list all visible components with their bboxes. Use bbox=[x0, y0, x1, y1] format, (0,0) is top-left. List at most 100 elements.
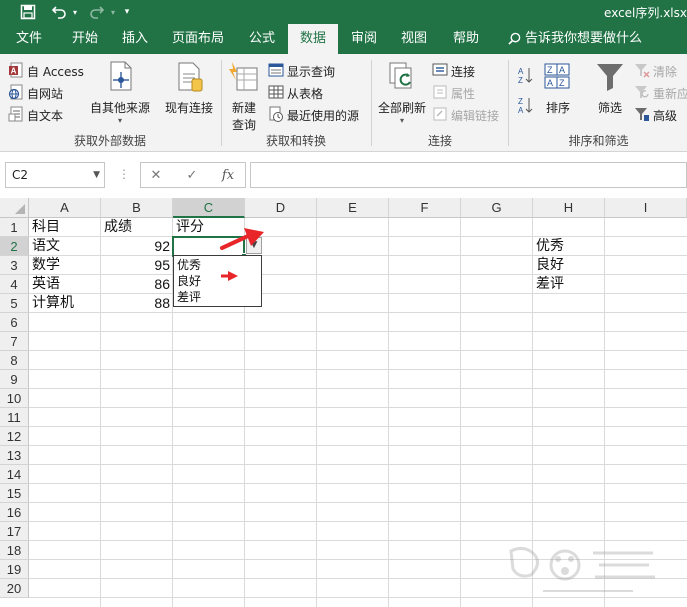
existing-connections-button[interactable]: 现有连接 bbox=[160, 60, 218, 116]
advanced-filter-button[interactable]: 高级 bbox=[634, 106, 677, 125]
from-text-button[interactable]: 自文本 bbox=[8, 106, 63, 125]
tab-help[interactable]: 帮助 bbox=[444, 24, 488, 54]
save-icon[interactable] bbox=[16, 0, 40, 24]
enter-icon[interactable]: ✓ bbox=[181, 166, 203, 186]
row-header[interactable]: 14 bbox=[0, 465, 29, 484]
formula-bar: C2 ▼ ⋮ ✕ ✓ fx bbox=[0, 152, 687, 198]
cell-a5[interactable]: 计算机 bbox=[30, 294, 100, 313]
dropdown-option-excellent[interactable]: 优秀 bbox=[174, 257, 261, 273]
row-header[interactable]: 4 bbox=[0, 275, 29, 294]
filter-label: 筛选 bbox=[597, 101, 622, 115]
row-header[interactable]: 6 bbox=[0, 313, 29, 332]
undo-icon[interactable] bbox=[48, 0, 70, 24]
dropdown-option-poor[interactable]: 差评 bbox=[174, 289, 261, 305]
tab-formulas[interactable]: 公式 bbox=[240, 24, 284, 54]
clear-filter-button[interactable]: 清除 bbox=[634, 62, 677, 81]
new-query-label-2: 查询 bbox=[231, 118, 256, 132]
cell-b3[interactable]: 95 bbox=[102, 256, 172, 275]
connections-button[interactable]: 连接 bbox=[432, 62, 475, 81]
row-header[interactable]: 1 bbox=[0, 218, 29, 237]
reapply-filter-button[interactable]: 重新应用 bbox=[634, 84, 687, 103]
recent-sources-label: 最近使用的源 bbox=[287, 109, 360, 123]
column-header-a[interactable]: A bbox=[29, 198, 101, 218]
tab-home[interactable]: 开始 bbox=[60, 24, 110, 54]
worksheet-grid[interactable]: A B C D E F G H I 1 2 3 4 5 6 7 8 9 10 1… bbox=[0, 198, 687, 607]
tab-data[interactable]: 数据 bbox=[288, 24, 338, 54]
cell-h2[interactable]: 优秀 bbox=[534, 237, 604, 256]
column-header-f[interactable]: F bbox=[389, 198, 461, 218]
sort-button[interactable]: ZAAZ 排序 bbox=[540, 60, 576, 116]
dropdown-option-good[interactable]: 良好 bbox=[174, 273, 261, 289]
redo-dropdown-icon[interactable]: ▾ bbox=[108, 0, 118, 24]
column-header-b[interactable]: B bbox=[101, 198, 173, 218]
tab-insert[interactable]: 插入 bbox=[112, 24, 158, 54]
row-header[interactable]: 19 bbox=[0, 560, 29, 579]
column-header-g[interactable]: G bbox=[461, 198, 533, 218]
refresh-all-button[interactable]: 全部刷新 ▾ bbox=[374, 60, 430, 125]
recent-sources-button[interactable]: 最近使用的源 bbox=[268, 106, 359, 125]
insert-function-button[interactable]: fx bbox=[217, 166, 239, 186]
edit-links-button[interactable]: 编辑链接 bbox=[432, 106, 499, 125]
row-header[interactable]: 5 bbox=[0, 294, 29, 313]
cell-a4[interactable]: 英语 bbox=[30, 275, 100, 294]
name-box-value: C2 bbox=[12, 168, 29, 182]
cell-a3[interactable]: 数学 bbox=[30, 256, 100, 275]
cell-b2[interactable]: 92 bbox=[102, 237, 172, 256]
reapply-filter-label: 重新应用 bbox=[653, 87, 687, 101]
tab-file[interactable]: 文件 bbox=[6, 24, 52, 54]
cell-b5[interactable]: 88 bbox=[102, 294, 172, 313]
gridline bbox=[29, 483, 687, 484]
undo-dropdown-icon[interactable]: ▾ bbox=[70, 0, 80, 24]
filter-button[interactable]: 筛选 bbox=[590, 60, 630, 116]
column-header-i[interactable]: I bbox=[605, 198, 687, 218]
row-header[interactable]: 8 bbox=[0, 351, 29, 370]
row-header[interactable]: 7 bbox=[0, 332, 29, 351]
gridline bbox=[100, 218, 101, 607]
row-header[interactable]: 10 bbox=[0, 389, 29, 408]
column-header-h[interactable]: H bbox=[533, 198, 605, 218]
from-other-sources-button[interactable]: 自其他来源 ▾ bbox=[88, 60, 152, 125]
row-header[interactable]: 13 bbox=[0, 446, 29, 465]
from-web-label: 自网站 bbox=[27, 87, 64, 101]
row-header[interactable]: 17 bbox=[0, 522, 29, 541]
properties-button[interactable]: 属性 bbox=[432, 84, 475, 103]
row-header[interactable]: 2 bbox=[0, 237, 29, 256]
show-queries-button[interactable]: 显示查询 bbox=[268, 62, 335, 81]
cell-a2[interactable]: 语文 bbox=[30, 237, 100, 256]
row-header[interactable]: 16 bbox=[0, 503, 29, 522]
new-query-button[interactable]: 新建 查询 bbox=[224, 60, 264, 133]
cell-b4[interactable]: 86 bbox=[102, 275, 172, 294]
tab-page-layout[interactable]: 页面布局 bbox=[166, 24, 230, 54]
cell-b1[interactable]: 成绩 bbox=[102, 218, 172, 237]
sort-descending-button[interactable]: ZA bbox=[518, 96, 537, 117]
row-header[interactable]: 18 bbox=[0, 541, 29, 560]
cancel-icon[interactable]: ✕ bbox=[145, 166, 167, 186]
tell-me-search[interactable]: 告诉我你想要做什么 bbox=[508, 24, 642, 54]
row-header[interactable]: 3 bbox=[0, 256, 29, 275]
sort-ascending-button[interactable]: AZ bbox=[518, 66, 537, 87]
select-all-button[interactable] bbox=[0, 198, 29, 218]
cell-a1[interactable]: 科目 bbox=[30, 218, 100, 237]
formula-bar-grip-icon[interactable]: ⋮ bbox=[118, 167, 130, 181]
tab-view[interactable]: 视图 bbox=[392, 24, 436, 54]
formula-input[interactable] bbox=[250, 162, 687, 188]
name-box[interactable]: C2 ▼ bbox=[5, 162, 105, 188]
row-header[interactable]: 9 bbox=[0, 370, 29, 389]
row-header[interactable]: 12 bbox=[0, 427, 29, 446]
row-header[interactable]: 11 bbox=[0, 408, 29, 427]
tab-review[interactable]: 审阅 bbox=[342, 24, 386, 54]
column-header-e[interactable]: E bbox=[317, 198, 389, 218]
customize-quick-access-icon[interactable]: ▾ bbox=[120, 0, 134, 24]
from-access-button[interactable]: A 自 Access bbox=[8, 62, 84, 81]
cell-h4[interactable]: 差评 bbox=[534, 275, 604, 294]
column-header-c[interactable]: C bbox=[173, 198, 245, 218]
redo-icon[interactable] bbox=[86, 0, 108, 24]
from-table-button[interactable]: 从表格 bbox=[268, 84, 323, 103]
cell-h3[interactable]: 良好 bbox=[534, 256, 604, 275]
column-header-d[interactable]: D bbox=[245, 198, 317, 218]
row-header[interactable]: 15 bbox=[0, 484, 29, 503]
row-header[interactable]: 20 bbox=[0, 579, 29, 598]
from-web-button[interactable]: 自网站 bbox=[8, 84, 63, 103]
existing-connections-icon bbox=[160, 60, 218, 97]
gridline bbox=[29, 502, 687, 503]
